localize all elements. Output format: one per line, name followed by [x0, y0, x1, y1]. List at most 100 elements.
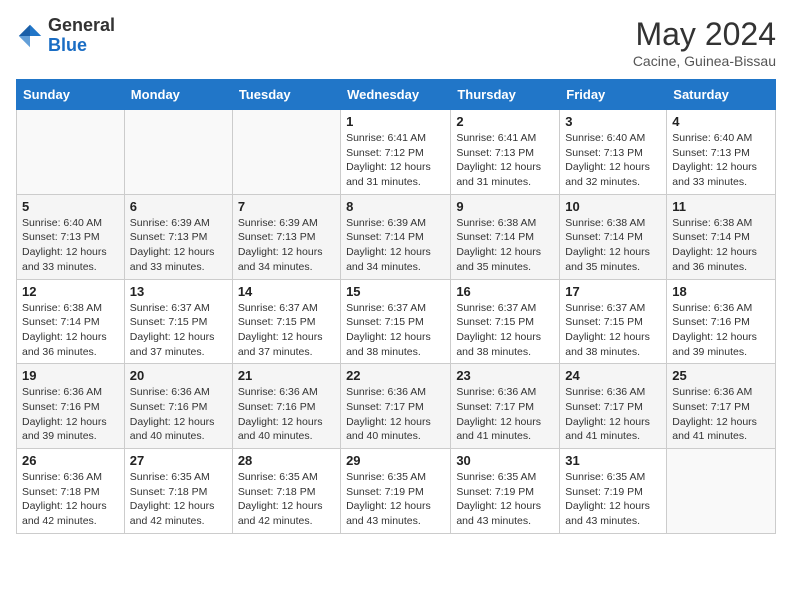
- day-info: Sunrise: 6:35 AMSunset: 7:18 PMDaylight:…: [238, 470, 335, 529]
- page-header: General Blue May 2024 Cacine, Guinea-Bis…: [16, 16, 776, 69]
- day-info: Sunrise: 6:37 AMSunset: 7:15 PMDaylight:…: [130, 301, 227, 360]
- calendar-cell: 31 Sunrise: 6:35 AMSunset: 7:19 PMDayligh…: [560, 449, 667, 534]
- day-info: Sunrise: 6:36 AMSunset: 7:18 PMDaylight:…: [22, 470, 119, 529]
- week-row-3: 12 Sunrise: 6:38 AMSunset: 7:14 PMDayligh…: [17, 279, 776, 364]
- day-number: 6: [130, 199, 227, 214]
- day-number: 22: [346, 368, 445, 383]
- day-number: 23: [456, 368, 554, 383]
- week-row-4: 19 Sunrise: 6:36 AMSunset: 7:16 PMDayligh…: [17, 364, 776, 449]
- day-info: Sunrise: 6:41 AMSunset: 7:12 PMDaylight:…: [346, 131, 445, 190]
- calendar-subtitle: Cacine, Guinea-Bissau: [633, 53, 776, 69]
- day-number: 17: [565, 284, 661, 299]
- day-info: Sunrise: 6:37 AMSunset: 7:15 PMDaylight:…: [565, 301, 661, 360]
- calendar-cell: 26 Sunrise: 6:36 AMSunset: 7:18 PMDayligh…: [17, 449, 125, 534]
- week-row-1: 1 Sunrise: 6:41 AMSunset: 7:12 PMDaylight…: [17, 110, 776, 195]
- calendar-cell: 28 Sunrise: 6:35 AMSunset: 7:18 PMDayligh…: [232, 449, 340, 534]
- day-info: Sunrise: 6:38 AMSunset: 7:14 PMDaylight:…: [672, 216, 770, 275]
- day-info: Sunrise: 6:39 AMSunset: 7:13 PMDaylight:…: [130, 216, 227, 275]
- day-info: Sunrise: 6:36 AMSunset: 7:16 PMDaylight:…: [238, 385, 335, 444]
- calendar-cell: 11 Sunrise: 6:38 AMSunset: 7:14 PMDayligh…: [667, 194, 776, 279]
- day-number: 26: [22, 453, 119, 468]
- day-info: Sunrise: 6:37 AMSunset: 7:15 PMDaylight:…: [456, 301, 554, 360]
- calendar-table: SundayMondayTuesdayWednesdayThursdayFrid…: [16, 79, 776, 534]
- title-block: May 2024 Cacine, Guinea-Bissau: [633, 16, 776, 69]
- calendar-cell: 16 Sunrise: 6:37 AMSunset: 7:15 PMDayligh…: [451, 279, 560, 364]
- calendar-cell: 17 Sunrise: 6:37 AMSunset: 7:15 PMDayligh…: [560, 279, 667, 364]
- calendar-cell: 1 Sunrise: 6:41 AMSunset: 7:12 PMDaylight…: [341, 110, 451, 195]
- calendar-cell: 7 Sunrise: 6:39 AMSunset: 7:13 PMDaylight…: [232, 194, 340, 279]
- column-header-wednesday: Wednesday: [341, 80, 451, 110]
- day-info: Sunrise: 6:35 AMSunset: 7:18 PMDaylight:…: [130, 470, 227, 529]
- day-number: 12: [22, 284, 119, 299]
- calendar-cell: 9Sunrise: 6:38 AMSunset: 7:14 PMDaylight…: [451, 194, 560, 279]
- day-info: Sunrise: 6:36 AMSunset: 7:17 PMDaylight:…: [456, 385, 554, 444]
- column-header-sunday: Sunday: [17, 80, 125, 110]
- calendar-cell: 19 Sunrise: 6:36 AMSunset: 7:16 PMDayligh…: [17, 364, 125, 449]
- calendar-cell: [667, 449, 776, 534]
- day-number: 21: [238, 368, 335, 383]
- day-number: 31: [565, 453, 661, 468]
- week-row-2: 5 Sunrise: 6:40 AMSunset: 7:13 PMDaylight…: [17, 194, 776, 279]
- calendar-cell: [124, 110, 232, 195]
- calendar-header-row: SundayMondayTuesdayWednesdayThursdayFrid…: [17, 80, 776, 110]
- calendar-cell: 27 Sunrise: 6:35 AMSunset: 7:18 PMDayligh…: [124, 449, 232, 534]
- calendar-cell: 21 Sunrise: 6:36 AMSunset: 7:16 PMDayligh…: [232, 364, 340, 449]
- week-row-5: 26 Sunrise: 6:36 AMSunset: 7:18 PMDayligh…: [17, 449, 776, 534]
- day-info: Sunrise: 6:39 AMSunset: 7:13 PMDaylight:…: [238, 216, 335, 275]
- day-info: Sunrise: 6:39 AMSunset: 7:14 PMDaylight:…: [346, 216, 445, 275]
- calendar-cell: 25Sunrise: 6:36 AMSunset: 7:17 PMDayligh…: [667, 364, 776, 449]
- day-number: 27: [130, 453, 227, 468]
- calendar-cell: [17, 110, 125, 195]
- day-number: 24: [565, 368, 661, 383]
- day-info: Sunrise: 6:38 AMSunset: 7:14 PMDaylight:…: [22, 301, 119, 360]
- day-info: Sunrise: 6:38 AMSunset: 7:14 PMDaylight:…: [456, 216, 554, 275]
- calendar-cell: 2Sunrise: 6:41 AMSunset: 7:13 PMDaylight…: [451, 110, 560, 195]
- calendar-cell: 12 Sunrise: 6:38 AMSunset: 7:14 PMDayligh…: [17, 279, 125, 364]
- day-info: Sunrise: 6:35 AMSunset: 7:19 PMDaylight:…: [346, 470, 445, 529]
- calendar-cell: 14 Sunrise: 6:37 AMSunset: 7:15 PMDayligh…: [232, 279, 340, 364]
- calendar-cell: 20Sunrise: 6:36 AMSunset: 7:16 PMDayligh…: [124, 364, 232, 449]
- day-number: 5: [22, 199, 119, 214]
- calendar-cell: 3Sunrise: 6:40 AMSunset: 7:13 PMDaylight…: [560, 110, 667, 195]
- logo-icon: [16, 22, 44, 50]
- day-number: 19: [22, 368, 119, 383]
- column-header-saturday: Saturday: [667, 80, 776, 110]
- logo-general-text: General: [48, 15, 115, 35]
- calendar-cell: 4 Sunrise: 6:40 AMSunset: 7:13 PMDaylight…: [667, 110, 776, 195]
- day-number: 30: [456, 453, 554, 468]
- day-info: Sunrise: 6:37 AMSunset: 7:15 PMDaylight:…: [346, 301, 445, 360]
- calendar-cell: 8Sunrise: 6:39 AMSunset: 7:14 PMDaylight…: [341, 194, 451, 279]
- day-number: 28: [238, 453, 335, 468]
- day-number: 4: [672, 114, 770, 129]
- calendar-cell: 23 Sunrise: 6:36 AMSunset: 7:17 PMDayligh…: [451, 364, 560, 449]
- day-info: Sunrise: 6:40 AMSunset: 7:13 PMDaylight:…: [22, 216, 119, 275]
- day-info: Sunrise: 6:36 AMSunset: 7:17 PMDaylight:…: [346, 385, 445, 444]
- calendar-cell: 30 Sunrise: 6:35 AMSunset: 7:19 PMDayligh…: [451, 449, 560, 534]
- calendar-cell: [232, 110, 340, 195]
- day-number: 11: [672, 199, 770, 214]
- calendar-cell: 22 Sunrise: 6:36 AMSunset: 7:17 PMDayligh…: [341, 364, 451, 449]
- day-number: 16: [456, 284, 554, 299]
- column-header-tuesday: Tuesday: [232, 80, 340, 110]
- day-number: 1: [346, 114, 445, 129]
- day-info: Sunrise: 6:35 AMSunset: 7:19 PMDaylight:…: [565, 470, 661, 529]
- calendar-cell: 29Sunrise: 6:35 AMSunset: 7:19 PMDayligh…: [341, 449, 451, 534]
- calendar-cell: 5 Sunrise: 6:40 AMSunset: 7:13 PMDaylight…: [17, 194, 125, 279]
- day-info: Sunrise: 6:40 AMSunset: 7:13 PMDaylight:…: [672, 131, 770, 190]
- calendar-cell: 13Sunrise: 6:37 AMSunset: 7:15 PMDayligh…: [124, 279, 232, 364]
- day-info: Sunrise: 6:36 AMSunset: 7:16 PMDaylight:…: [130, 385, 227, 444]
- logo-blue-text: Blue: [48, 35, 87, 55]
- day-info: Sunrise: 6:38 AMSunset: 7:14 PMDaylight:…: [565, 216, 661, 275]
- day-number: 18: [672, 284, 770, 299]
- day-info: Sunrise: 6:35 AMSunset: 7:19 PMDaylight:…: [456, 470, 554, 529]
- calendar-cell: 15Sunrise: 6:37 AMSunset: 7:15 PMDayligh…: [341, 279, 451, 364]
- day-info: Sunrise: 6:36 AMSunset: 7:16 PMDaylight:…: [22, 385, 119, 444]
- day-info: Sunrise: 6:41 AMSunset: 7:13 PMDaylight:…: [456, 131, 554, 190]
- calendar-cell: 10 Sunrise: 6:38 AMSunset: 7:14 PMDayligh…: [560, 194, 667, 279]
- day-number: 14: [238, 284, 335, 299]
- day-number: 10: [565, 199, 661, 214]
- day-info: Sunrise: 6:37 AMSunset: 7:15 PMDaylight:…: [238, 301, 335, 360]
- calendar-cell: 24Sunrise: 6:36 AMSunset: 7:17 PMDayligh…: [560, 364, 667, 449]
- calendar-cell: 18Sunrise: 6:36 AMSunset: 7:16 PMDayligh…: [667, 279, 776, 364]
- day-number: 7: [238, 199, 335, 214]
